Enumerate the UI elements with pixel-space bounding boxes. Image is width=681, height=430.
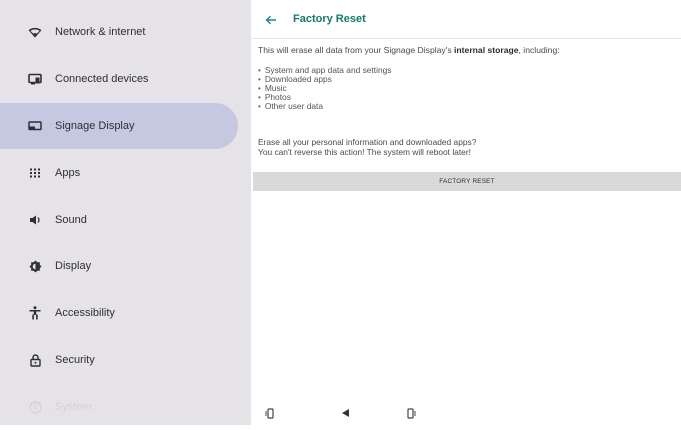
system-nav-bar <box>251 400 681 425</box>
rotate-left-icon[interactable] <box>262 405 278 421</box>
sidebar-item-system[interactable]: System <box>0 384 238 430</box>
signage-display-icon <box>27 118 43 134</box>
lock-icon <box>27 352 43 368</box>
factory-reset-panel: Factory Reset This will erase all data f… <box>251 0 681 425</box>
rotate-right-icon[interactable] <box>403 405 419 421</box>
arrow-back-icon[interactable] <box>263 12 279 28</box>
warning-text-line1: Erase all your personal information and … <box>258 137 477 147</box>
sidebar-item-display[interactable]: Display <box>0 243 238 289</box>
sidebar-item-apps[interactable]: Apps <box>0 150 238 196</box>
sidebar-item-security[interactable]: Security <box>0 337 238 383</box>
sidebar-item-label: Signage Display <box>55 120 135 132</box>
sidebar-item-label: System <box>55 401 92 413</box>
back-triangle-icon[interactable] <box>337 405 353 421</box>
erase-data-list: System and app data and settings Downloa… <box>258 66 392 111</box>
sidebar-item-label: Sound <box>55 214 87 226</box>
sidebar-item-accessibility[interactable]: Accessibility <box>0 290 238 336</box>
sidebar-item-label: Display <box>55 260 92 272</box>
sidebar-item-network[interactable]: Network & internet <box>0 9 238 55</box>
sidebar-item-signage-display[interactable]: Signage Display <box>0 103 238 149</box>
sidebar-item-label: Security <box>55 354 95 366</box>
factory-reset-button[interactable]: FACTORY RESET <box>253 172 681 191</box>
page-title: Factory Reset <box>293 13 366 25</box>
accessibility-icon <box>27 305 43 321</box>
apps-grid-icon <box>27 165 43 181</box>
description-prefix: This will erase all data from your Signa… <box>258 45 455 55</box>
sidebar-item-sound[interactable]: Sound <box>0 197 238 243</box>
sidebar-item-connected-devices[interactable]: Connected devices <box>0 56 238 102</box>
sidebar-item-label: Connected devices <box>55 73 149 85</box>
wifi-icon <box>27 24 43 40</box>
description-bold: internal storage <box>454 45 519 55</box>
info-icon <box>27 399 43 415</box>
warning-text-line2: You can't reverse this action! The syste… <box>258 147 471 157</box>
app-bar: Factory Reset <box>251 0 681 39</box>
brightness-icon <box>27 258 43 274</box>
description-suffix: , including: <box>518 45 560 55</box>
erase-description: This will erase all data from your Signa… <box>258 45 560 55</box>
list-item: Other user data <box>258 102 391 111</box>
volume-icon <box>27 212 43 228</box>
sidebar-item-label: Apps <box>55 167 81 179</box>
sidebar-item-label: Network & internet <box>55 26 146 38</box>
sidebar-item-label: Accessibility <box>55 307 115 319</box>
connected-devices-icon <box>27 71 43 87</box>
settings-sidebar: Network & internet Connected devices Sig… <box>0 0 251 425</box>
